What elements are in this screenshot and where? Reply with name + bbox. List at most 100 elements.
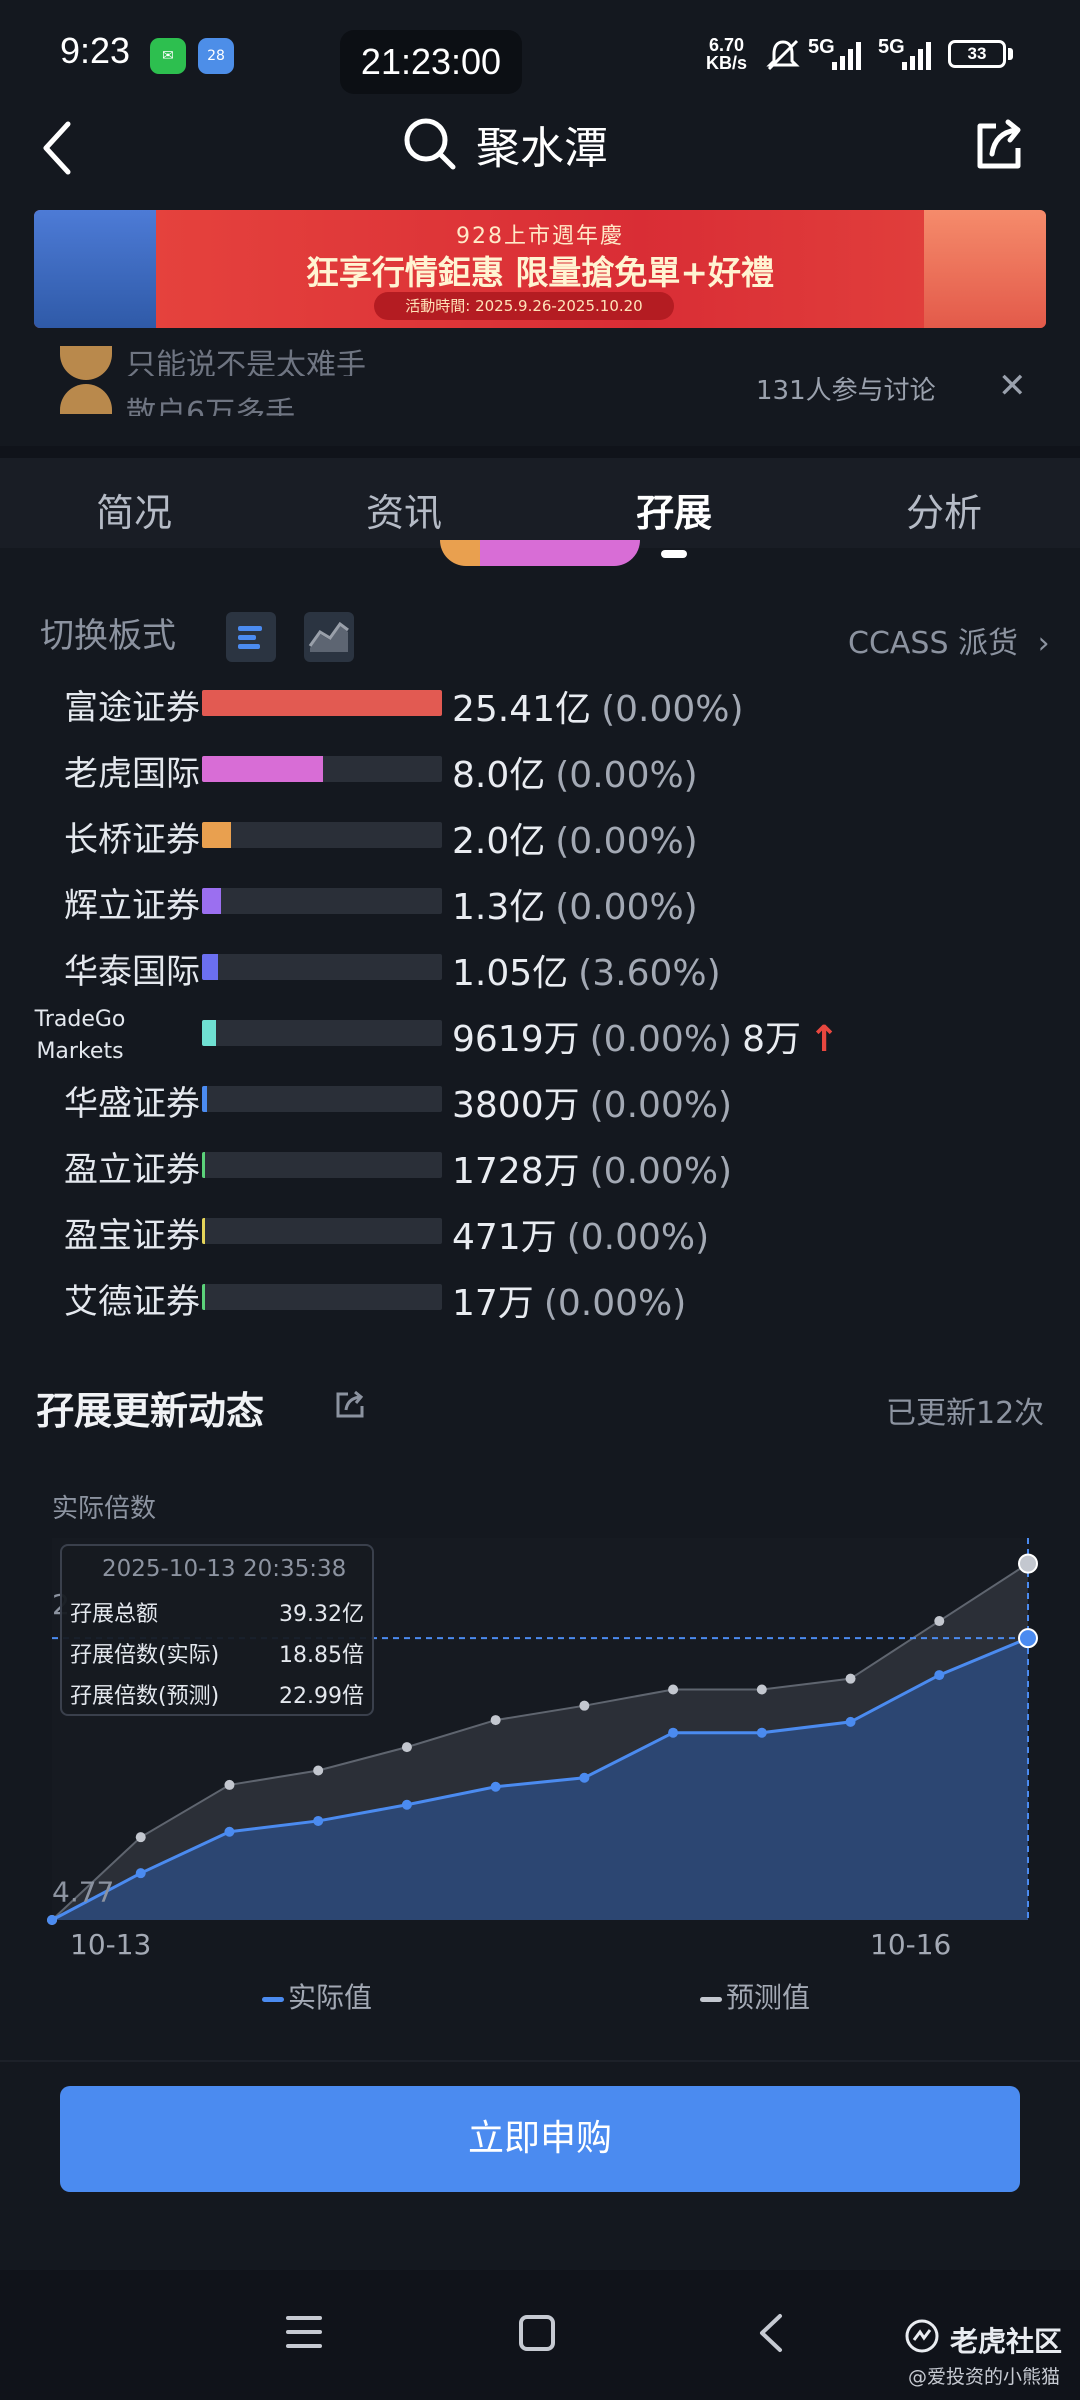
margin-updates-title: 孖展更新动态	[36, 1389, 265, 1433]
actual-point	[313, 1815, 324, 1826]
broker-bar-track	[202, 690, 442, 716]
tooltip-time: 2025-10-13 20:35:38	[102, 1556, 347, 1582]
menu-icon[interactable]	[284, 2314, 324, 2350]
y-tick-label: 4.77	[52, 1876, 114, 1909]
search-icon[interactable]	[402, 116, 458, 172]
tab-analysis[interactable]: 分析	[844, 482, 1044, 537]
x-tick-label: 10-13	[70, 1928, 151, 1960]
broker-pct: (0.00%)	[543, 1283, 687, 1324]
broker-name: 华盛证券	[64, 1084, 200, 1124]
avatar-2	[60, 384, 112, 414]
net-speed-unit: KB/s	[706, 53, 748, 73]
broker-bar-fill	[202, 690, 442, 716]
broker-name: 长桥证券	[64, 820, 200, 860]
broker-amount: 1.05亿 (3.60%)	[452, 944, 721, 996]
net-speed: 6.70 KB/s	[706, 36, 747, 72]
back-icon[interactable]	[756, 2312, 786, 2354]
legend-actual-label: 实际值	[288, 1981, 373, 2014]
forecast-point	[135, 1832, 146, 1843]
actual-point	[579, 1772, 590, 1783]
broker-pct: (3.60%)	[578, 953, 721, 994]
broker-amount: 8.0亿 (0.00%)	[452, 746, 698, 798]
forecast-point	[934, 1616, 945, 1627]
legend-actual[interactable]: 实际值	[262, 1976, 372, 2016]
broker-name: 辉立证券	[64, 886, 200, 926]
battery-tip	[1008, 48, 1013, 60]
forecast-point	[490, 1715, 501, 1726]
home-icon[interactable]	[518, 2314, 556, 2352]
line-layout-toggle[interactable]	[304, 612, 354, 662]
broker-bar-track	[202, 756, 442, 782]
share-icon[interactable]	[974, 116, 1024, 172]
broker-amount-value: 17万	[452, 1283, 534, 1324]
line-chart-icon	[308, 621, 349, 652]
banner-date: 活動時間: 2025.9.26-2025.10.20	[374, 292, 674, 320]
broker-bar-fill	[202, 756, 323, 782]
legend-forecast[interactable]: 预测值	[700, 1976, 810, 2016]
ccass-link[interactable]: CCASS 派货 ›	[848, 618, 1050, 662]
broker-pct: (0.00%)	[589, 1085, 733, 1126]
subscribe-now-button[interactable]: 立即申购	[60, 2086, 1020, 2192]
back-arrow-icon[interactable]	[40, 120, 76, 176]
broker-bar-fill	[202, 1020, 216, 1046]
close-icon[interactable]: ✕	[998, 366, 1027, 406]
broker-amount-value: 9619万	[452, 1019, 580, 1060]
share-icon-small[interactable]	[334, 1388, 366, 1420]
forecast-point	[845, 1673, 856, 1684]
broker-amount-value: 3800万	[452, 1085, 580, 1126]
broker-bar-track	[202, 888, 442, 914]
bar-layout-toggle[interactable]	[226, 612, 276, 662]
broker-bar-fill	[202, 1152, 205, 1178]
broker-pct: (0.00%)	[555, 821, 698, 862]
wechat-icon: ✉	[150, 38, 186, 74]
tooltip-key-forecast: 孖展倍数(预测)	[70, 1684, 220, 1709]
broker-list: 富途证券 25.41亿 (0.00%) 老虎国际 8.0亿 (0.00%) 长桥证券 2.0亿…	[0, 680, 1080, 1324]
broker-bar-fill	[202, 822, 231, 848]
update-count: 已更新12次	[886, 1396, 1045, 1431]
broker-pct: (0.00%)	[555, 755, 698, 796]
broker-amount-value: 25.41亿	[452, 689, 592, 730]
chevron-right-icon: ›	[1037, 626, 1050, 661]
broker-amount: 25.41亿 (0.00%)	[452, 680, 744, 732]
broker-bar-fill	[202, 1284, 205, 1310]
actual-point	[845, 1716, 856, 1727]
tab-margin[interactable]: 孖展	[574, 482, 774, 537]
promo-banner[interactable]: 928上市週年慶 狂享行情鉅惠 限量搶免單+好禮 活動時間: 2025.9.26…	[34, 210, 1046, 328]
tooltip-key-actual: 孖展倍数(实际)	[70, 1643, 220, 1668]
forecast-point	[668, 1684, 679, 1695]
floating-clock: 21:23:00	[340, 30, 522, 94]
broker-amount-value: 1728万	[452, 1151, 580, 1192]
forecast-point	[313, 1765, 324, 1776]
broker-amount-value: 2.0亿	[452, 821, 546, 862]
forecast-point	[579, 1700, 590, 1711]
signal-5g-1: 5G	[808, 36, 835, 58]
broker-name: 老虎国际	[64, 754, 200, 794]
ccass-link-label: CCASS 派货	[848, 626, 1019, 661]
tooltip-value-forecast: 22.99倍	[279, 1684, 364, 1709]
broker-bar-track	[202, 822, 442, 848]
avatar	[60, 346, 112, 380]
tab-overview[interactable]: 简况	[34, 482, 234, 537]
broker-bar-track	[202, 1020, 442, 1046]
tab-bar: 简况 资讯 孖展 分析	[0, 446, 1080, 558]
status-time: 9:23	[60, 30, 131, 71]
signal-bars-icon-2	[902, 42, 931, 70]
discussion-message-1: 只能说不是太难手	[126, 348, 366, 376]
discussion-count[interactable]: 131人参与讨论	[756, 370, 936, 407]
weather-icon: 28	[198, 38, 234, 74]
tab-news[interactable]: 资讯	[304, 482, 504, 537]
broker-bar-track	[202, 1284, 442, 1310]
arrow-up-icon: ↑	[808, 1019, 840, 1060]
stock-search-title[interactable]: 聚水潭	[476, 112, 608, 176]
forecast-point-selected	[1018, 1553, 1038, 1574]
broker-name: 盈立证券	[64, 1150, 200, 1190]
actual-point	[135, 1868, 146, 1879]
broker-pct: (0.00%)	[566, 1217, 710, 1258]
signal-bars-icon	[832, 42, 861, 70]
actual-point	[490, 1781, 501, 1792]
broker-amount-value: 8.0亿	[452, 755, 546, 796]
broker-amount-value: 1.05亿	[452, 953, 569, 994]
discussion-message-2: 散户6万多手	[126, 396, 296, 416]
actual-point	[224, 1826, 235, 1837]
broker-amount: 1728万 (0.00%)	[452, 1142, 732, 1194]
